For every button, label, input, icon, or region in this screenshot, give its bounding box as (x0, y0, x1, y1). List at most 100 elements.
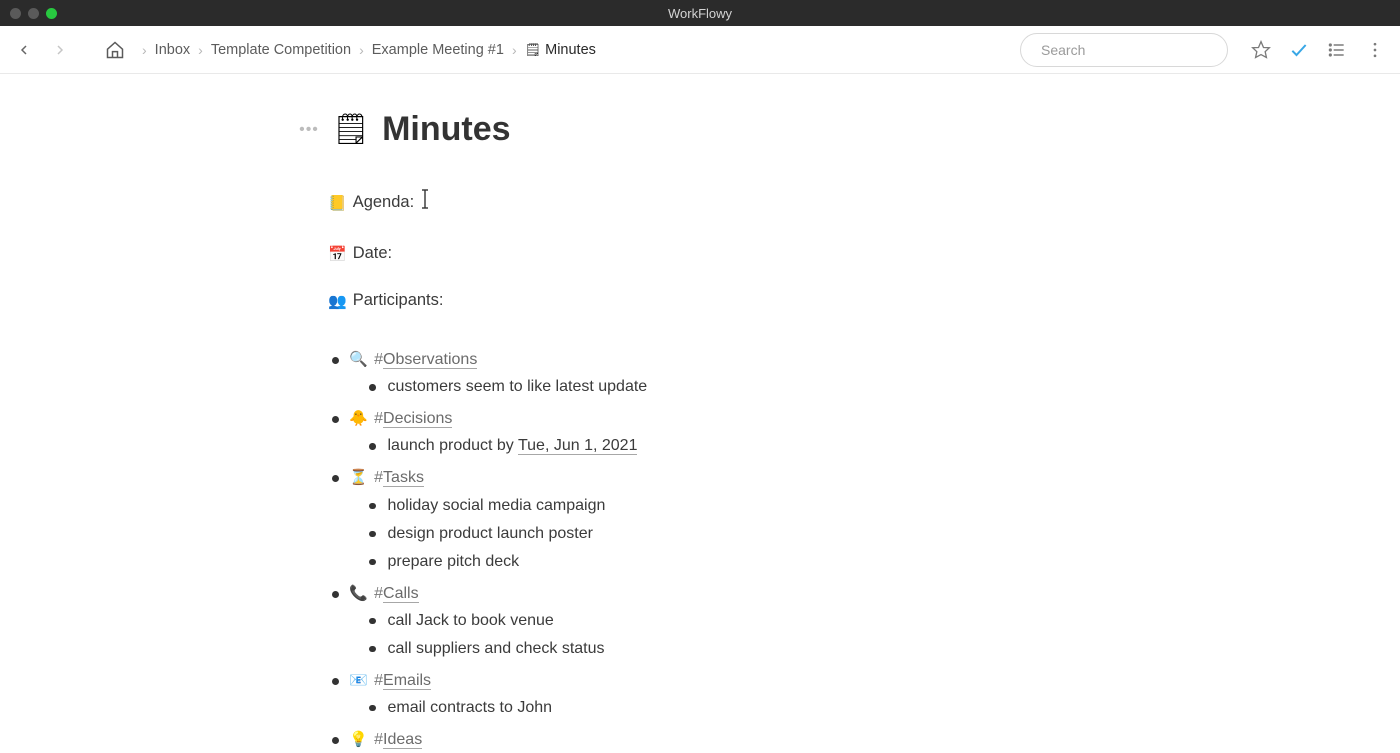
bullet-icon (369, 443, 376, 450)
calendar-icon: 📅 (328, 245, 347, 263)
check-icon (1289, 40, 1309, 60)
hash-symbol: # (374, 672, 383, 689)
list-item[interactable]: call suppliers and check status (369, 635, 1116, 663)
list-item-text: design product launch poster (388, 520, 593, 548)
section-children: customers seem to like latest update (369, 373, 1116, 401)
chevron-icon: › (512, 42, 517, 58)
notepad-icon: 🗒 (525, 42, 542, 57)
search-box[interactable] (1020, 33, 1228, 67)
section-children: holiday social media campaigndesign prod… (369, 492, 1116, 576)
list-item[interactable]: holiday social media campaign (369, 492, 1116, 520)
home-button[interactable] (100, 35, 130, 65)
page-title: Minutes (382, 110, 510, 149)
bullet-icon (369, 705, 376, 712)
complete-toggle-button[interactable] (1284, 35, 1314, 65)
section-tag[interactable]: Calls (383, 585, 419, 603)
section-emoji-icon: 🔍 (349, 351, 368, 368)
hash-symbol: # (374, 585, 383, 602)
list-item-text: prepare pitch deck (388, 548, 520, 576)
section-emoji-icon: 📞 (349, 585, 368, 602)
close-window-button[interactable] (10, 8, 21, 19)
list-item-text: customers seem to like latest update (388, 373, 648, 401)
breadcrumb-current[interactable]: 🗒Minutes (521, 40, 600, 60)
date-field[interactable]: 📅 Date: (328, 244, 1116, 263)
list-item[interactable]: prepare pitch deck (369, 548, 1116, 576)
chevron-right-icon (52, 42, 68, 58)
section-children: email contracts to John (369, 694, 1116, 722)
window-controls (0, 8, 57, 19)
breadcrumb-example-meeting[interactable]: Example Meeting #1 (368, 40, 508, 60)
breadcrumb-template-competition[interactable]: Template Competition (207, 40, 355, 60)
list-item[interactable]: call Jack to book venue (369, 607, 1116, 635)
hash-symbol: # (374, 351, 383, 368)
nav-forward-button[interactable] (46, 36, 74, 64)
participants-label: Participants: (353, 291, 444, 310)
agenda-field[interactable]: 📒 Agenda: (328, 189, 1116, 216)
bullet-icon (332, 678, 339, 685)
breadcrumb-inbox[interactable]: Inbox (151, 40, 194, 60)
bullet-icon (369, 531, 376, 538)
section-emoji-icon: 📧 (349, 672, 368, 689)
outline-section[interactable]: 💡 #Ideas (332, 726, 1116, 753)
outline-section[interactable]: 📞 #Calls (332, 580, 1116, 607)
section-children: launch product by Tue, Jun 1, 2021 (369, 432, 1116, 460)
kebab-icon (1365, 40, 1385, 60)
bullet-icon (369, 646, 376, 653)
section-emoji-icon: 🐥 (349, 410, 368, 427)
minimize-window-button[interactable] (28, 8, 39, 19)
chevron-icon: › (198, 42, 203, 58)
section-tag[interactable]: Decisions (383, 410, 452, 428)
bullet-icon (332, 416, 339, 423)
list-item-text: email contracts to John (388, 694, 553, 722)
toolbar: › Inbox › Template Competition › Example… (0, 26, 1400, 74)
section-tag[interactable]: Emails (383, 672, 431, 690)
hash-symbol: # (374, 469, 383, 486)
search-input[interactable] (1041, 42, 1222, 58)
home-icon (105, 40, 125, 60)
date-reference[interactable]: Tue, Jun 1, 2021 (518, 437, 638, 455)
text-cursor (420, 188, 430, 215)
list-item[interactable]: email contracts to John (369, 694, 1116, 722)
outline-section[interactable]: 🐥 #Decisions (332, 405, 1116, 432)
list-item-text: launch product by Tue, Jun 1, 2021 (388, 432, 638, 460)
list-item-text: call suppliers and check status (388, 635, 605, 663)
bullet-icon (369, 384, 376, 391)
list-item[interactable]: design product launch poster (369, 520, 1116, 548)
list-item[interactable]: launch product by Tue, Jun 1, 2021 (369, 432, 1116, 460)
section-children: call Jack to book venuecall suppliers an… (369, 607, 1116, 663)
bullet-icon (332, 737, 339, 744)
section-tag[interactable]: Tasks (383, 469, 424, 487)
section-emoji-icon: ⏳ (349, 469, 368, 486)
breadcrumbs: › Inbox › Template Competition › Example… (142, 40, 1012, 60)
outline-section[interactable]: 🔍 #Observations (332, 346, 1116, 373)
maximize-window-button[interactable] (46, 8, 57, 19)
list-item[interactable]: customers seem to like latest update (369, 373, 1116, 401)
page-title-row[interactable]: ••• 🗒 Minutes (296, 110, 1116, 149)
nav-back-button[interactable] (10, 36, 38, 64)
date-label: Date: (353, 244, 392, 263)
list-item-text: call Jack to book venue (388, 607, 554, 635)
chevron-icon: › (142, 42, 147, 58)
list-view-button[interactable] (1322, 35, 1352, 65)
list-icon (1327, 40, 1347, 60)
row-menu-button[interactable]: ••• (296, 121, 322, 139)
more-menu-button[interactable] (1360, 35, 1390, 65)
document-area: ••• 🗒 Minutes 📒 Agenda: 📅 Date: 👥 Partic… (0, 74, 1400, 753)
hash-symbol: # (374, 731, 383, 748)
section-tag[interactable]: Ideas (383, 731, 422, 749)
bullet-icon (369, 503, 376, 510)
section-tag[interactable]: Observations (383, 351, 477, 369)
titlebar: WorkFlowy (0, 0, 1400, 26)
notebook-icon: 📒 (328, 194, 347, 212)
notepad-icon: 🗒 (332, 112, 370, 147)
bullet-icon (369, 618, 376, 625)
hash-symbol: # (374, 410, 383, 427)
breadcrumb-current-label: Minutes (545, 42, 596, 58)
outline-section[interactable]: ⏳ #Tasks (332, 464, 1116, 491)
bullet-icon (369, 559, 376, 566)
outline-section[interactable]: 📧 #Emails (332, 667, 1116, 694)
star-icon (1251, 40, 1271, 60)
outline-list: 🔍 #Observationscustomers seem to like la… (332, 346, 1116, 753)
favorite-button[interactable] (1246, 35, 1276, 65)
participants-field[interactable]: 👥 Participants: (328, 291, 1116, 310)
